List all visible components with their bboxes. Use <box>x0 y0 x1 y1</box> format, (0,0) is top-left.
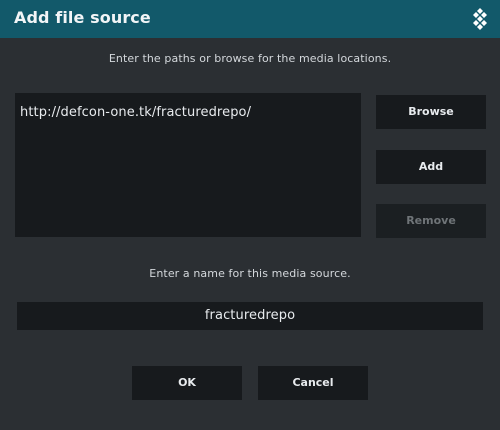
dialog-title: Add file source <box>14 8 151 27</box>
cancel-button[interactable]: Cancel <box>258 366 368 400</box>
ok-button[interactable]: OK <box>132 366 242 400</box>
browse-button[interactable]: Browse <box>376 95 486 129</box>
add-file-source-dialog: Add file source Enter the paths or brows… <box>0 0 500 430</box>
paths-instruction: Enter the paths or browse for the media … <box>108 52 392 65</box>
name-instruction: Enter a name for this media source. <box>149 267 351 280</box>
media-source-name-field[interactable]: fracturedrepo <box>17 302 483 330</box>
media-paths-list[interactable]: http://defcon-one.tk/fracturedrepo/ <box>15 93 361 237</box>
remove-button[interactable]: Remove <box>376 204 486 238</box>
kodi-logo-icon <box>473 8 487 30</box>
dialog-title-bar: Add file source <box>0 0 500 38</box>
add-button[interactable]: Add <box>376 150 486 184</box>
media-path-item[interactable]: http://defcon-one.tk/fracturedrepo/ <box>20 104 356 122</box>
